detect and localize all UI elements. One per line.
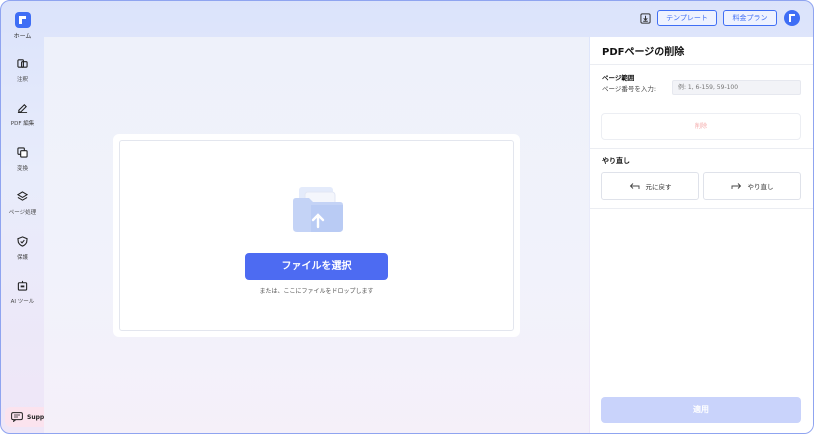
- ai-tool-icon: [17, 280, 28, 291]
- undo-icon: [629, 183, 639, 189]
- sidebar-item-ai-tools[interactable]: AI ツール: [1, 280, 44, 305]
- redo-section-title: やり直し: [602, 157, 630, 165]
- download-icon[interactable]: [640, 13, 651, 24]
- folder-upload-icon: [293, 187, 343, 232]
- pricing-plan-button[interactable]: 料金プラン: [723, 10, 777, 26]
- delete-button[interactable]: 削除: [601, 113, 801, 140]
- home-label: ホーム: [13, 33, 32, 40]
- app-logo-icon[interactable]: [15, 12, 31, 28]
- sidebar-item-label: PDF 編集: [10, 121, 35, 127]
- divider: [590, 208, 813, 209]
- redo-icon: [731, 183, 741, 189]
- app-account-icon[interactable]: [784, 10, 800, 26]
- sidebar-item-label: 保護: [16, 255, 28, 261]
- convert-icon: [17, 147, 28, 158]
- sidebar-item-label: 変換: [16, 166, 28, 172]
- undo-label: 元に戻す: [645, 183, 672, 191]
- sidebar-item-page-process[interactable]: ページ処理: [1, 191, 44, 216]
- main-canvas: ファイルを選択 または、ここにファイルをドロップします: [44, 37, 589, 433]
- sidebar-item-convert[interactable]: 変換: [1, 147, 44, 172]
- shield-icon: [17, 236, 28, 247]
- template-button[interactable]: テンプレート: [657, 10, 717, 26]
- sidebar-item-label: 注釈: [16, 77, 28, 83]
- page-range-input[interactable]: [672, 80, 801, 95]
- layers-icon: [17, 191, 28, 201]
- redo-button[interactable]: やり直し: [703, 172, 801, 200]
- delete-pages-panel: PDFページの削除 ページ範囲 ページ番号を入力: 削除 やり直し 元に戻す や…: [590, 37, 813, 433]
- chat-bubble-icon: [11, 412, 23, 422]
- sidebar: ホーム 注釈 PDF 編集 変換 ページ処理 保護 AI ツール Support: [1, 1, 59, 433]
- sidebar-item-annotate[interactable]: 注釈: [1, 58, 44, 83]
- edit-pen-icon: [17, 103, 28, 113]
- sidebar-item-label: ページ処理: [8, 210, 37, 216]
- sidebar-item-pdf-edit[interactable]: PDF 編集: [1, 102, 44, 127]
- file-drop-zone[interactable]: ファイルを選択 または、ここにファイルをドロップします: [119, 140, 514, 331]
- file-drop-card[interactable]: ファイルを選択 または、ここにファイルをドロップします: [113, 134, 520, 337]
- panel-title: PDFページの削除: [602, 47, 685, 58]
- divider: [590, 64, 813, 65]
- annotate-icon: [17, 59, 28, 68]
- page-range-label: ページ番号を入力:: [602, 85, 657, 93]
- select-file-button[interactable]: ファイルを選択: [245, 253, 388, 280]
- app-window: ホーム 注釈 PDF 編集 変換 ページ処理 保護 AI ツール Support…: [0, 0, 814, 434]
- sidebar-item-protect[interactable]: 保護: [1, 236, 44, 261]
- page-range-title: ページ範囲: [602, 74, 635, 82]
- divider: [590, 148, 813, 149]
- sidebar-item-label: AI ツール: [10, 299, 35, 305]
- undo-button[interactable]: 元に戻す: [601, 172, 699, 200]
- drop-hint-text: または、ここにファイルをドロップします: [259, 288, 374, 295]
- apply-button[interactable]: 適用: [601, 397, 801, 423]
- redo-label: やり直し: [747, 183, 774, 191]
